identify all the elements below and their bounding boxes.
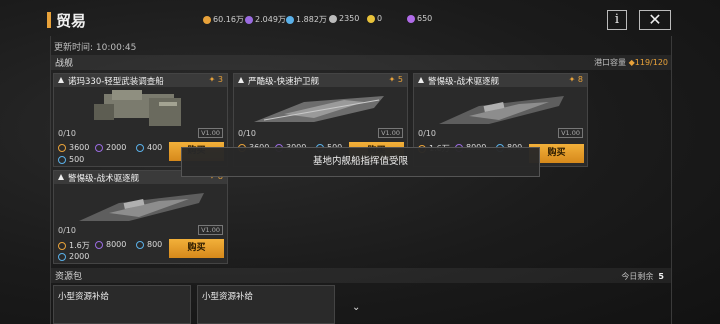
ship-name-text: 警惕级-战术驱逐舰 <box>68 174 140 184</box>
chevron-down-icon[interactable]: ⌄ <box>352 302 360 313</box>
purple-crystal-icon <box>245 15 253 24</box>
gray-alloy-icon <box>329 14 337 23</box>
cost-gas-2: 2000 <box>58 252 89 261</box>
blue-gas-icon <box>286 15 294 24</box>
cost-value: 2000 <box>69 252 90 261</box>
resource-gold: 60.16万 <box>203 14 244 25</box>
cost-value: 8000 <box>106 240 127 249</box>
port-capacity-value: ◆119/120 <box>628 58 668 67</box>
resource-alloy: 2350 <box>329 14 359 23</box>
gold-coin-icon <box>58 143 66 152</box>
ship-class-icon <box>418 77 424 83</box>
resource-value: 2.049万 <box>255 15 286 24</box>
ship-card[interactable]: 警惕级-战术驱逐舰 ✦ 8 0/10 V1.00 1.6万 8000 800 2… <box>53 170 228 264</box>
ship-class-icon <box>58 77 64 83</box>
survey-ship-image <box>94 90 181 126</box>
port-capacity-number: 119/120 <box>634 58 668 67</box>
blue-gas-icon <box>136 240 144 249</box>
ship-name-text: 严酷级-快速护卫舰 <box>248 77 320 87</box>
today-remaining-value: 5 <box>658 272 664 281</box>
cost-crystal: 2000 <box>95 143 126 152</box>
ship-level: ✦ 8 <box>568 75 583 84</box>
pack-name: 小型资源补给 <box>202 292 254 302</box>
ship-stock: 0/10 <box>418 129 436 138</box>
cost-value: 400 <box>147 143 163 152</box>
ship-level: ✦ 3 <box>208 75 223 84</box>
resource-pack-card[interactable]: 小型资源补给 <box>53 285 191 324</box>
page-title: 贸易 <box>56 12 87 30</box>
ship-level-value: 3 <box>217 75 223 84</box>
ship-level-value: 5 <box>397 75 403 84</box>
pack-name: 小型资源补给 <box>58 292 110 302</box>
update-time: 更新时间: 10:00:45 <box>54 43 137 53</box>
ship-name-text: 警惕级-战术驱逐舰 <box>428 77 500 87</box>
resource-value: 650 <box>417 14 433 23</box>
toast-message: 基地内舰船指挥值受限 <box>181 147 540 177</box>
ships-section-bar <box>51 55 671 70</box>
top-bar: 贸易 60.16万 2.049万 1.882万 2350 0 650 i ✕ <box>0 0 720 36</box>
ship-level: ✦ 5 <box>388 75 403 84</box>
destroyer-ship-image <box>439 96 564 124</box>
cost-value: 2000 <box>106 143 127 152</box>
ship-name: 诺玛330-轻型武装调查船 <box>58 75 164 87</box>
ship-stock: 0/10 <box>58 129 76 138</box>
resource-value: 2350 <box>339 14 360 23</box>
buy-button[interactable]: 购买 <box>169 239 224 258</box>
ship-stock: 0/10 <box>238 129 256 138</box>
purple-crystal-icon <box>95 240 103 249</box>
packs-section-bar <box>51 268 671 283</box>
gold-coin-icon <box>203 15 211 24</box>
ship-name: 警惕级-战术驱逐舰 <box>58 172 139 184</box>
cost-value: 3600 <box>69 143 90 152</box>
today-remaining-label: 今日剩余 <box>621 272 654 281</box>
blue-gas-icon <box>58 155 66 164</box>
resource-crystal: 2.049万 <box>245 14 286 25</box>
purple-crystal-icon <box>95 143 103 152</box>
cost-gas: 400 <box>136 143 162 152</box>
cost-gold: 3600 <box>58 143 89 152</box>
resource-value: 60.16万 <box>213 15 244 24</box>
ship-version: V1.00 <box>378 128 403 138</box>
cost-gas: 800 <box>136 240 162 249</box>
ship-version: V1.00 <box>558 128 583 138</box>
ship-stock: 0/10 <box>58 226 76 235</box>
ship-name-text: 诺玛330-轻型武装调查船 <box>68 77 164 87</box>
destroyer-ship-image <box>79 193 204 221</box>
blue-gas-icon <box>136 143 144 152</box>
cost-value: 1.6万 <box>69 241 90 250</box>
ship-name: 严酷级-快速护卫舰 <box>238 75 319 87</box>
ship-level-value: 8 <box>577 75 583 84</box>
title-accent <box>47 12 51 28</box>
packs-section-title: 资源包 <box>55 272 83 282</box>
info-button[interactable]: i <box>607 10 627 30</box>
gold-coin-icon <box>58 241 66 250</box>
resource-gem: 650 <box>407 14 432 23</box>
cost-crystal: 8000 <box>95 240 126 249</box>
ship-class-icon <box>58 174 64 180</box>
ship-version: V1.00 <box>198 128 223 138</box>
resource-value: 1.882万 <box>296 15 327 24</box>
resource-value: 0 <box>377 14 383 23</box>
port-capacity: 港口容量 ◆119/120 <box>594 57 668 68</box>
cost-value: 800 <box>147 240 163 249</box>
cost-gas-2: 500 <box>58 155 84 164</box>
resource-gas: 1.882万 <box>286 14 327 25</box>
blue-gas-icon <box>58 252 66 261</box>
frigate-ship-image <box>254 96 384 122</box>
close-button[interactable]: ✕ <box>639 10 671 30</box>
cost-value: 500 <box>69 155 85 164</box>
ships-section-title: 战舰 <box>55 59 74 69</box>
ship-class-icon <box>238 77 244 83</box>
ship-version: V1.00 <box>198 225 223 235</box>
resource-medal: 0 <box>367 14 382 23</box>
cost-gold: 1.6万 <box>58 240 90 251</box>
violet-gem-icon <box>407 14 415 23</box>
ship-name: 警惕级-战术驱逐舰 <box>418 75 499 87</box>
yellow-medal-icon <box>367 14 375 23</box>
port-capacity-label: 港口容量 <box>594 58 627 67</box>
resource-pack-card[interactable]: 小型资源补给 <box>197 285 335 324</box>
today-remaining: 今日剩余 5 <box>621 271 664 282</box>
